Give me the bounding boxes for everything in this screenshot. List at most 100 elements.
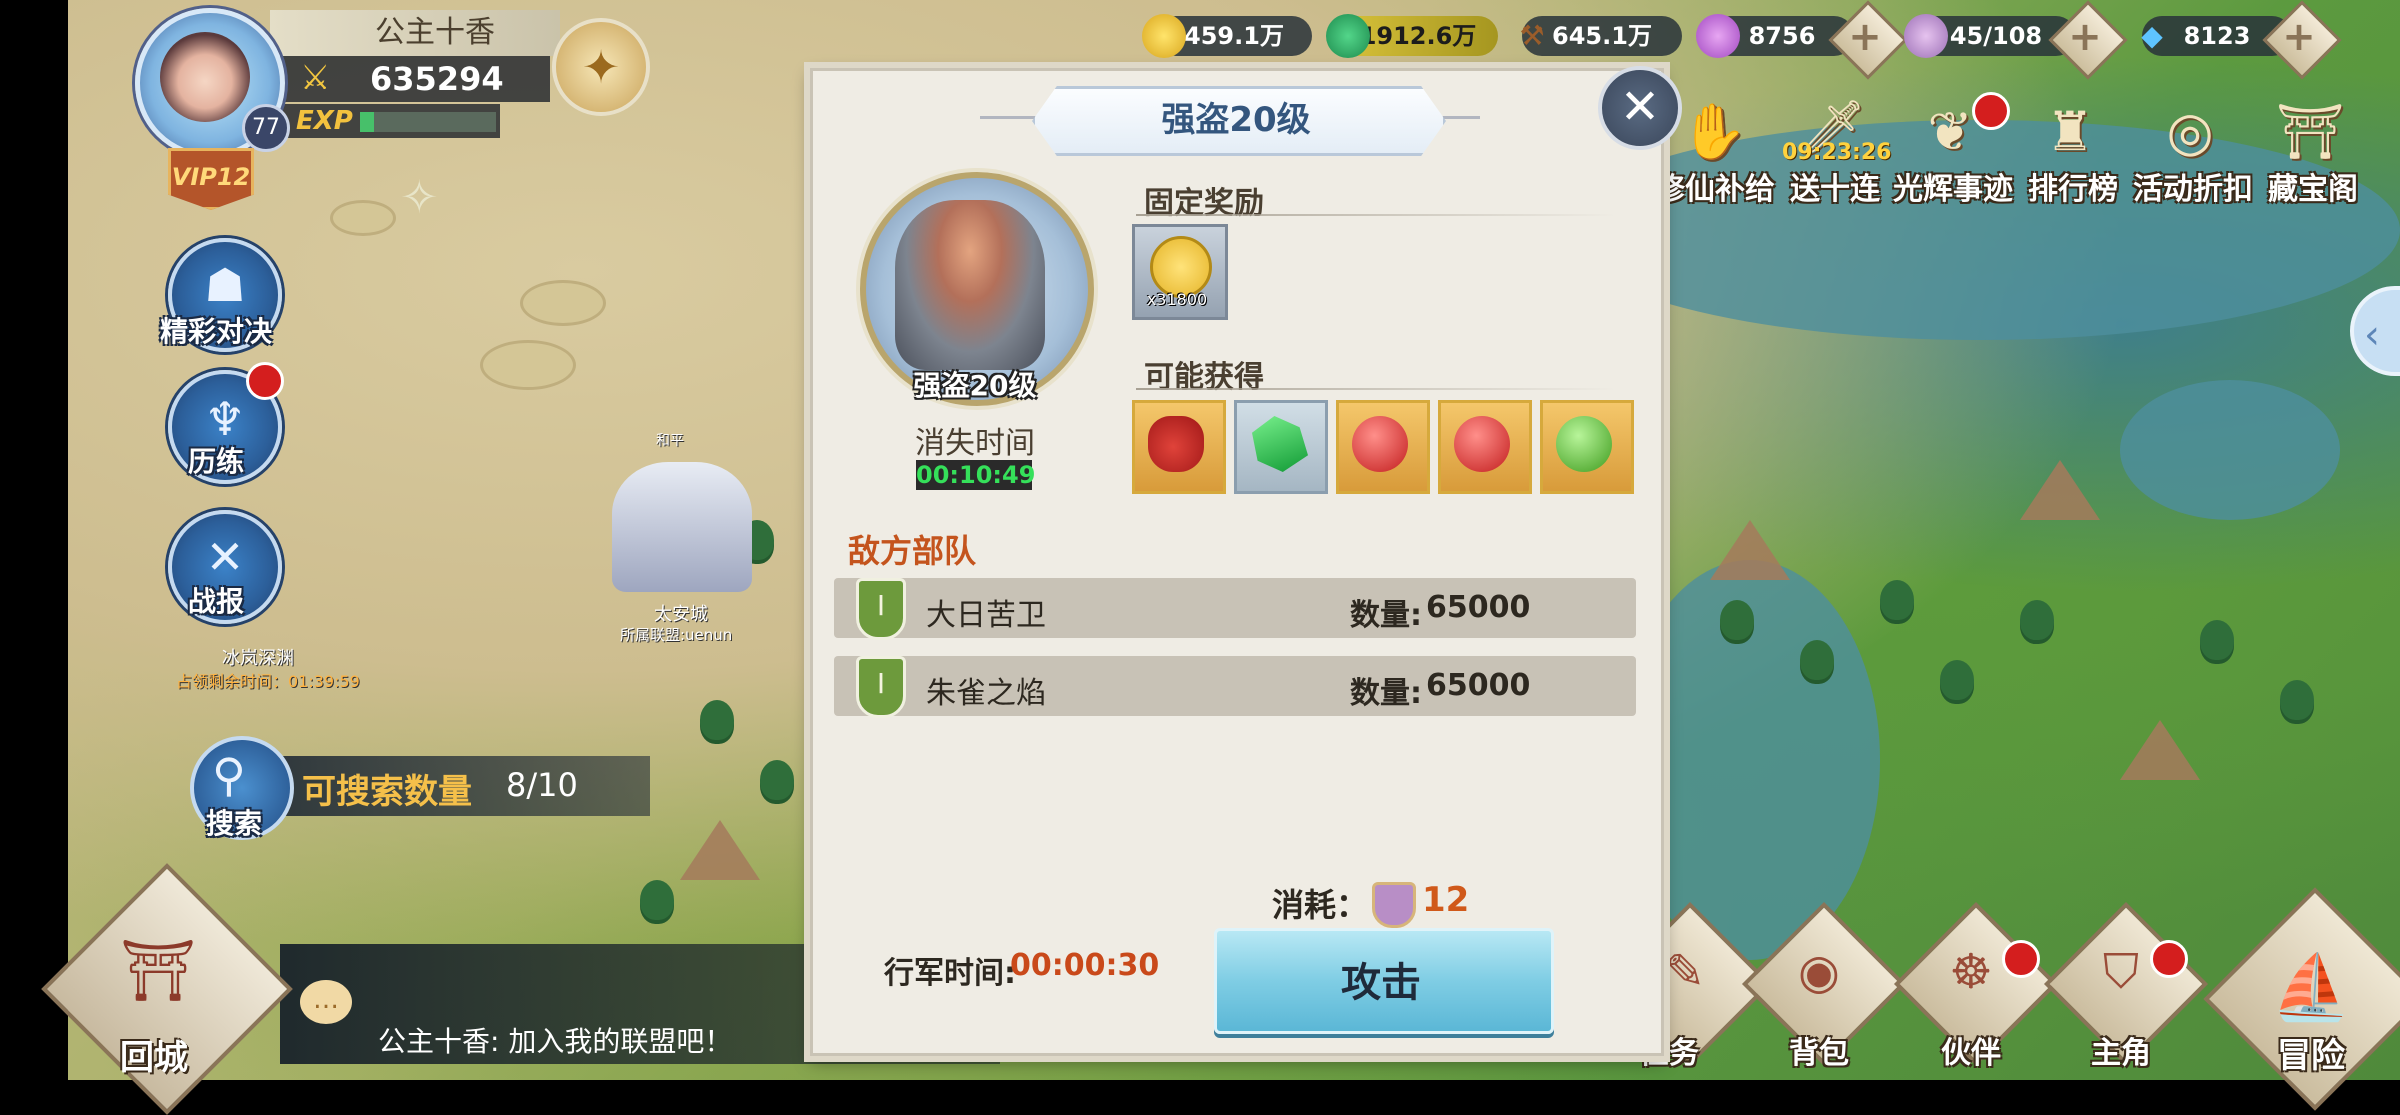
search-button-label: 搜索 [206,807,263,840]
partner-label: 伙伴 [1941,1036,2001,1071]
green-gem-icon [1326,14,1370,58]
mountain [2020,460,2100,520]
player-name: 公主十香 [270,10,560,56]
city-name: 太安城 [654,604,708,625]
ten-draw-label[interactable]: 送十连 [1770,164,1900,208]
enemy-qty: 65000 [1426,668,1531,703]
chat-message: 公主十香: 加入我的联盟吧！ [378,1025,733,1058]
tree [2020,600,2054,640]
section-divider [1136,388,1616,390]
red-bag-icon [1148,416,1204,472]
enemy-qty: 65000 [1426,590,1531,625]
player-level: 77 [242,104,290,152]
home-label: 回城 [120,1038,188,1078]
search-count-value: 8/10 [506,766,578,804]
duel-label: 精彩对决 [160,315,273,348]
discount-label[interactable]: 活动折扣 [2128,164,2258,208]
adventure-label: 冒险 [2277,1036,2345,1076]
red-orb-icon [1454,416,1510,472]
attack-button-label[interactable]: 攻击 [1214,950,1548,1008]
crater [330,200,396,236]
purple-orb-icon [1696,14,1740,58]
shield-stamina-icon [1904,14,1948,58]
wood-icon: ⚒ [1519,19,1545,52]
tai-an-city[interactable] [612,462,752,592]
ranking-icon[interactable]: ♜ [2010,100,2130,163]
plus-icon: + [2068,14,2102,60]
map-marker-icon[interactable]: ✧ [400,170,450,224]
tree [2200,620,2234,660]
tree [760,760,794,800]
troop-shield-icon: Ⅰ [856,656,906,718]
chat-bubble-icon[interactable]: … [300,980,352,1024]
notification-dot [246,362,284,400]
tree [1940,660,1974,700]
close-button[interactable]: ✕ [1598,66,1682,150]
boss-name: 强盗20级 [913,369,1037,402]
notification-dot [2002,940,2040,978]
notification-dot [2150,940,2188,978]
crater [520,280,606,326]
coin-icon[interactable]: ◎ [2130,100,2250,163]
red-orb-icon [1352,416,1408,472]
city-peace-tag: 和平 [656,433,684,449]
treasure-label[interactable]: 藏宝阁 [2248,164,2378,208]
mountain [1710,520,1790,580]
mountain [2120,720,2200,780]
mountain [680,820,760,880]
fixed-reward-qty: x31800 [1146,290,1208,309]
enemy-qty-label: 数量: [1350,676,1422,711]
dialog-title: 强盗20级 [1161,100,1311,140]
lake [2120,380,2340,520]
crossed-swords-icon: ✕ [205,530,245,584]
city-alliance: 所属联盟:uenun [620,626,733,644]
march-time-value: 00:00:30 [1010,948,1160,983]
bandit-figure [895,200,1045,370]
troop-shield-icon: Ⅰ [856,578,906,640]
bag-label: 背包 [1789,1036,1849,1071]
exp-fill [360,112,374,132]
ranking-label[interactable]: 排行榜 [2008,164,2138,208]
avatar-portrait [160,32,250,122]
tree [640,880,674,920]
tree [1880,580,1914,620]
enemy-troops-title: 敌方部队 [848,532,977,570]
rank-emblem-icon[interactable]: ✦ [552,18,650,116]
enemy-qty-label: 数量: [1350,598,1422,633]
glory-label[interactable]: 光辉事迹 [1888,164,2018,208]
abyss-timer: 占领剩余时间：01:39:59 [176,672,360,691]
crossed-swords-icon: ⚔ [300,58,331,98]
pavilion-icon[interactable]: ⛩ [2250,100,2370,164]
vanish-label: 消失时间 [915,426,1035,461]
bag-icon: ◉ [1798,944,1840,1000]
ship-icon: ⛵ [2271,951,2351,1025]
ten-draw-countdown: 09:23:26 [1782,140,1892,165]
training-label: 历练 [188,445,245,478]
gold-coin-icon [1150,236,1212,298]
section-divider [1136,214,1616,216]
trident-icon: ♆ [204,392,246,446]
duel-icon: ☗ [204,258,246,312]
diamond-icon: ◆ [2141,19,2163,52]
exp-label: EXP [296,106,353,136]
enemy-name: 朱雀之焰 [926,676,1046,711]
exp-track [360,112,496,132]
tree [700,700,734,740]
plus-icon: + [2282,14,2316,60]
supply-label[interactable]: 修仙补给 [1650,164,1780,208]
abyss-name: 冰岚深渊 [222,648,294,669]
tree [1800,640,1834,680]
notification-dot [1972,92,2010,130]
tree [2280,680,2314,720]
battle-report-label: 战报 [188,585,245,618]
plus-icon: + [1848,14,1882,60]
cost-value: 12 [1422,880,1470,920]
tree [1720,600,1754,640]
cost-label: 消耗： [1272,886,1369,924]
gate-icon: ⛩ [120,936,197,1006]
enemy-name: 大日苦卫 [926,598,1046,633]
gold-coin-icon [1142,14,1186,58]
stamina-shield-icon [1372,882,1416,928]
march-time-label: 行军时间: [884,956,1016,991]
vanish-time: 00:10:49 [916,460,1036,490]
